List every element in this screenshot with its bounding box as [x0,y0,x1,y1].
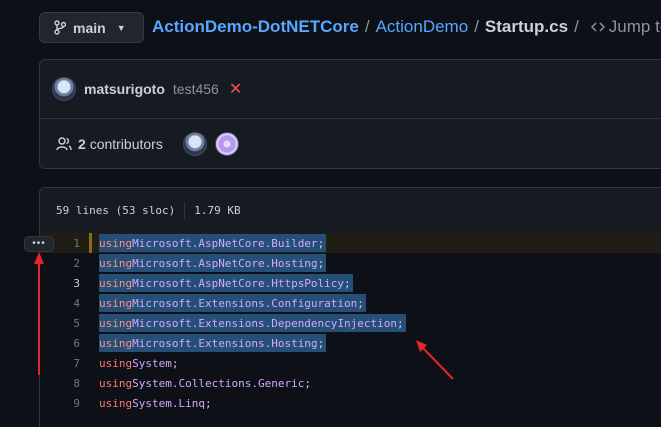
annotation-arrow [416,340,454,380]
annotation-arrows [34,252,454,380]
annotation-arrow [34,252,44,375]
